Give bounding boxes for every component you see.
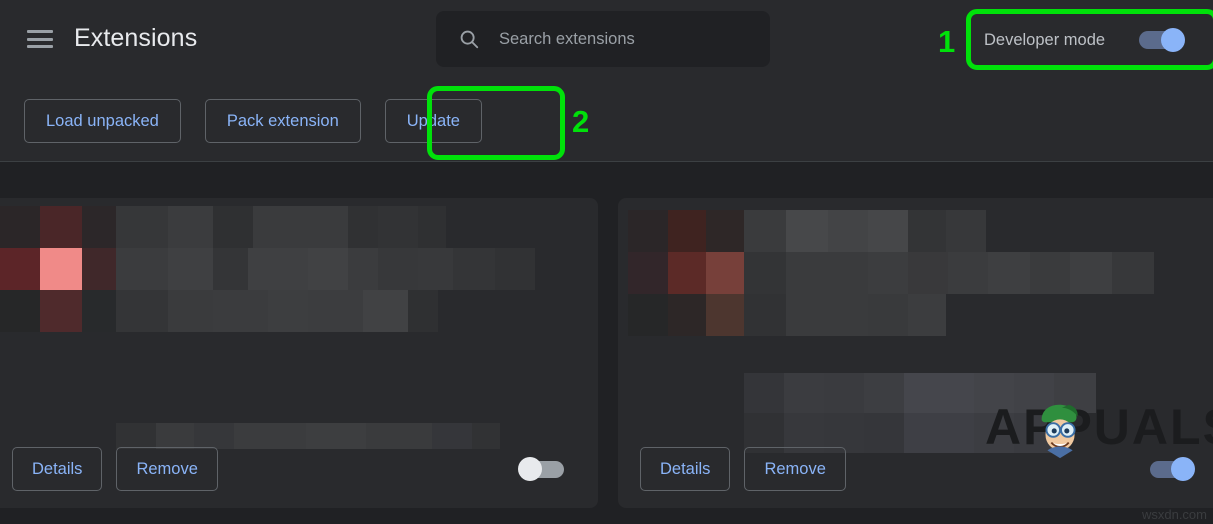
remove-button[interactable]: Remove	[116, 447, 218, 491]
card-actions-left: Details Remove	[0, 434, 598, 508]
details-button[interactable]: Details	[640, 447, 731, 491]
page-title: Extensions	[74, 24, 198, 52]
page-header: Extensions Developer mode	[0, 0, 1213, 78]
update-button[interactable]: Update	[384, 99, 482, 143]
hamburger-bar	[27, 45, 53, 48]
annotation-number-2: 2	[572, 104, 590, 139]
extension-enable-toggle[interactable]	[1146, 456, 1196, 482]
extension-enable-toggle[interactable]	[518, 456, 568, 482]
search-input[interactable]	[499, 29, 770, 49]
hamburger-bar	[27, 30, 53, 33]
toolbar-divider	[0, 161, 1213, 162]
appuals-watermark-text: APPUALS	[985, 399, 1213, 455]
developer-mode-toggle[interactable]	[1135, 26, 1187, 54]
pack-extension-button[interactable]: Pack extension	[204, 99, 361, 143]
load-unpacked-button[interactable]: Load unpacked	[24, 99, 181, 143]
details-button[interactable]: Details	[12, 447, 103, 491]
hamburger-bar	[27, 37, 53, 41]
hamburger-menu-icon[interactable]	[26, 27, 54, 51]
appuals-mascot-icon	[1041, 404, 1078, 459]
developer-mode-row: Developer mode	[972, 14, 1205, 66]
search-bar[interactable]	[436, 11, 770, 67]
extension-card-left[interactable]: Details Remove	[0, 198, 598, 508]
remove-button[interactable]: Remove	[744, 447, 846, 491]
developer-mode-label: Developer mode	[984, 30, 1106, 49]
toggle-knob	[518, 457, 542, 481]
extensions-grid: Details Remove Details Remove	[0, 198, 1213, 524]
extensions-toolbar: Load unpacked Pack extension Update	[0, 78, 1213, 162]
toggle-knob	[1171, 457, 1195, 481]
site-credit: wsxdn.com	[1141, 507, 1207, 522]
toggle-knob	[1161, 28, 1186, 52]
extensions-page: Extensions Developer mode Load unpacked …	[0, 0, 1213, 524]
annotation-number-1: 1	[938, 24, 956, 59]
extension-card-right[interactable]: Details Remove	[618, 198, 1213, 508]
search-icon	[460, 30, 479, 49]
